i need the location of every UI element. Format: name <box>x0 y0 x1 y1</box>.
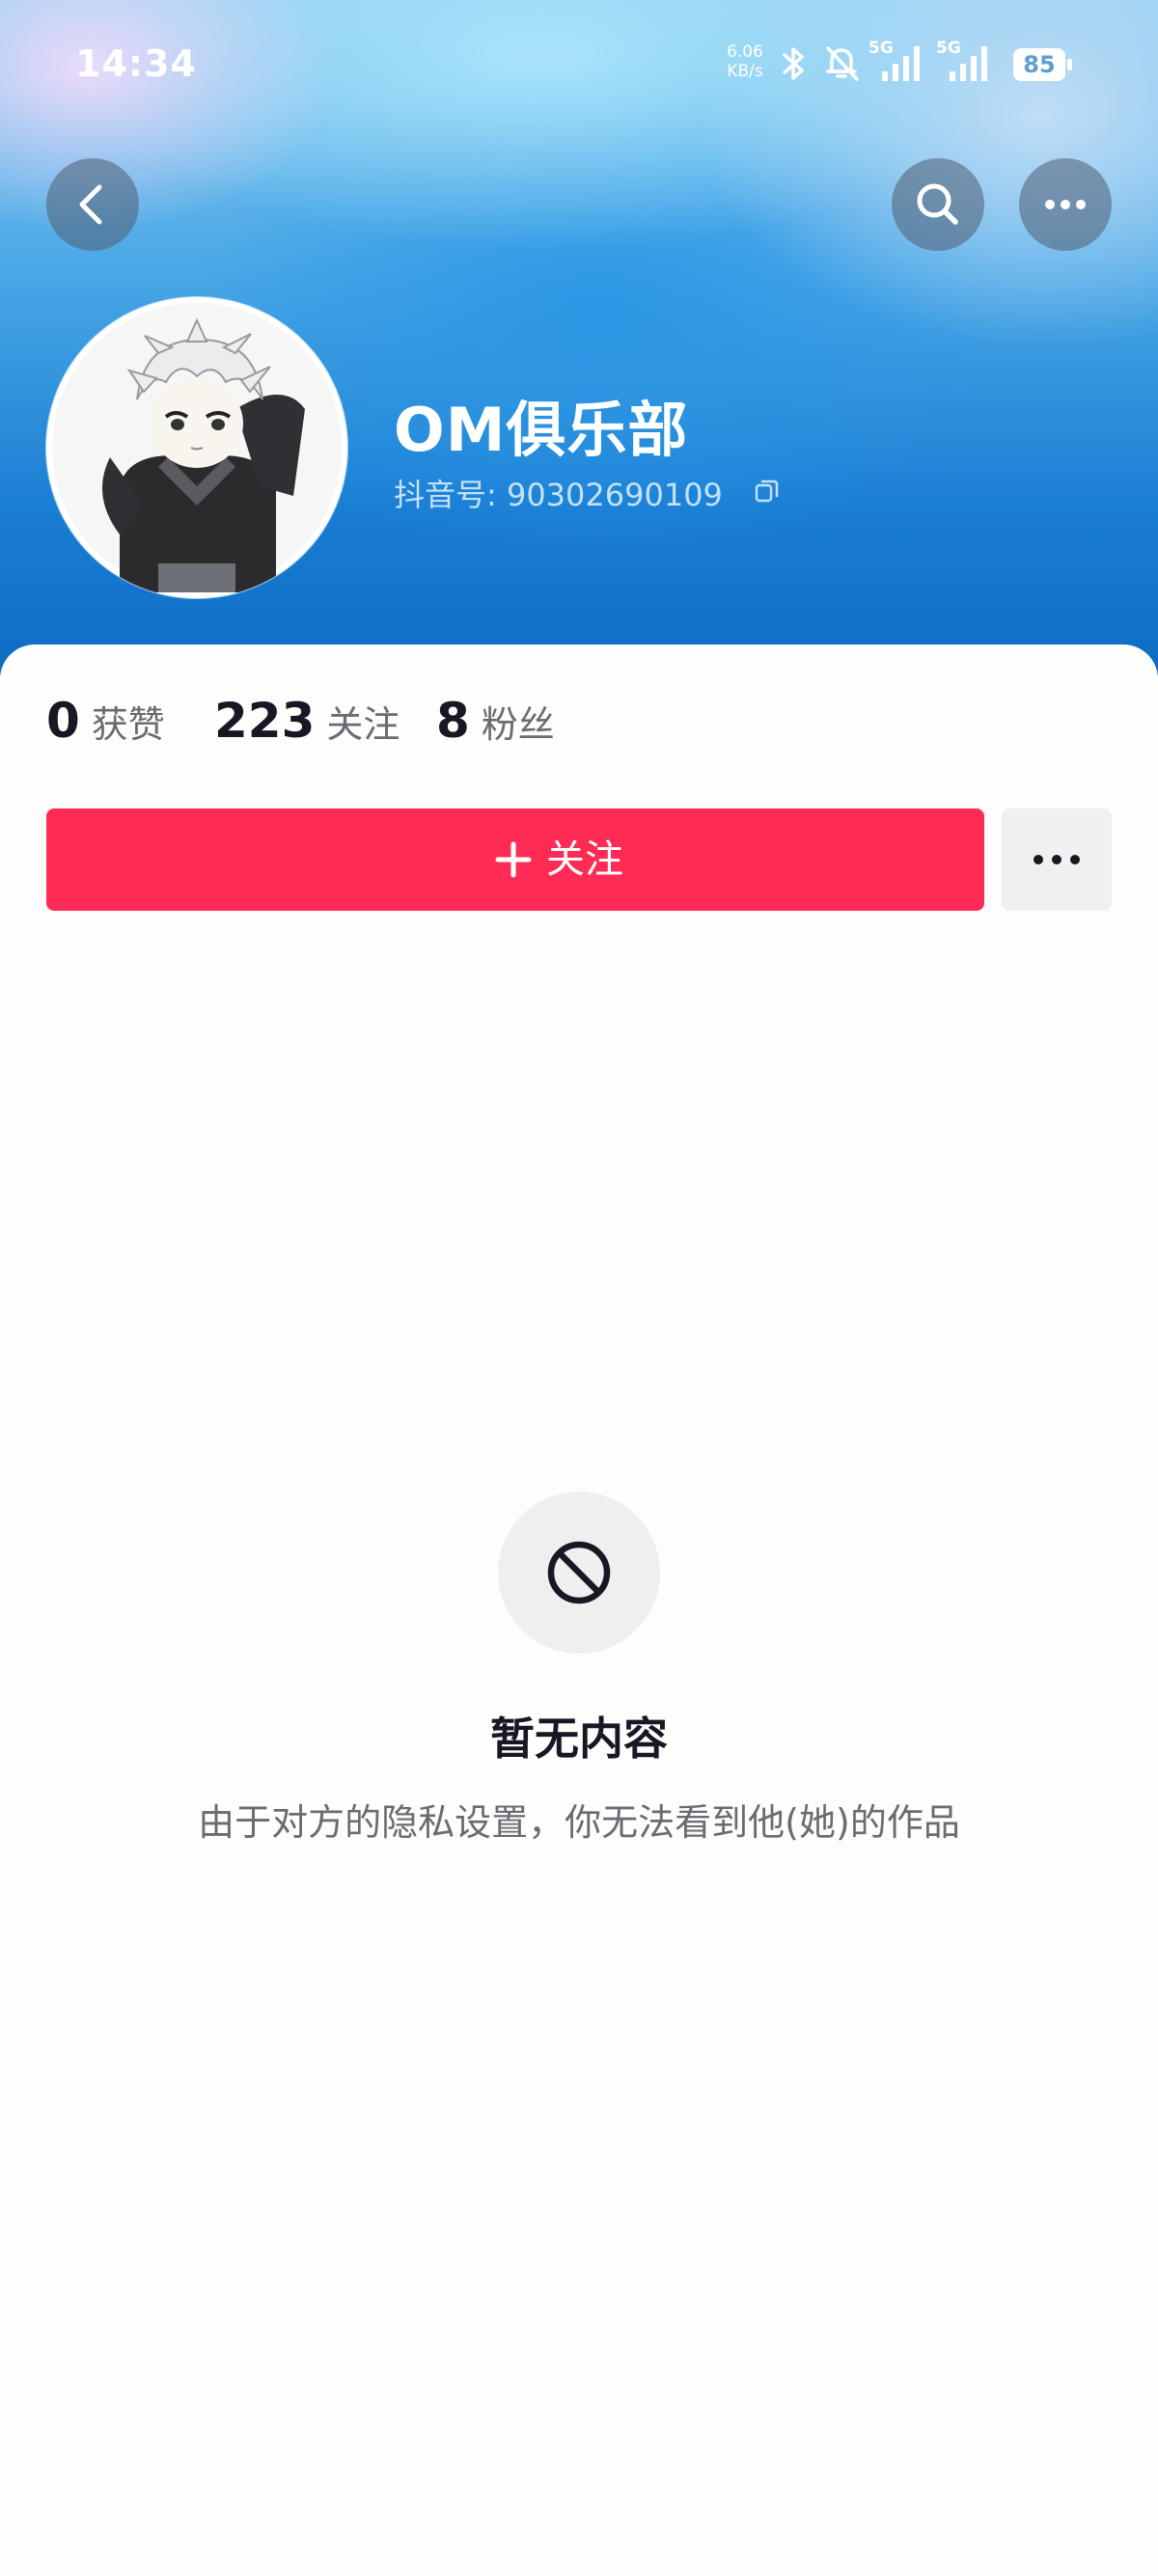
follow-button[interactable]: 关注 <box>46 808 984 911</box>
signal-1-label: 5G <box>868 39 894 58</box>
stat-likes-label: 获赞 <box>91 703 165 746</box>
plus-icon <box>495 841 532 878</box>
network-speed-value: 6.06 <box>727 42 763 62</box>
stat-followers[interactable]: 8 粉丝 <box>436 693 555 749</box>
search-icon <box>917 183 958 225</box>
stat-likes-value: 0 <box>46 693 80 749</box>
stat-followers-value: 8 <box>436 693 470 749</box>
network-speed-unit: KB/s <box>727 62 763 81</box>
prohibited-icon <box>547 1541 611 1604</box>
empty-state-title: 暂无内容 <box>490 1713 668 1765</box>
follow-button-label: 关注 <box>546 837 623 882</box>
signal-icon: 5G <box>868 39 920 81</box>
more-horizontal-icon <box>1034 855 1080 864</box>
network-speed: 6.06 KB/s <box>722 42 768 81</box>
stat-likes[interactable]: 0 获赞 <box>46 693 165 749</box>
empty-state-description: 由于对方的隐私设置，你无法看到他(她)的作品 <box>198 1801 960 1844</box>
profile-nickname: OM俱乐部 <box>394 395 689 465</box>
stat-following-value: 223 <box>214 693 316 749</box>
more-horizontal-icon <box>1045 200 1086 209</box>
avatar[interactable] <box>46 297 347 598</box>
battery-level: 85 <box>1023 51 1056 78</box>
stat-following[interactable]: 223 关注 <box>214 693 400 749</box>
search-button[interactable] <box>892 158 984 251</box>
chevron-left-icon <box>79 184 102 225</box>
bell-muted-icon <box>826 46 859 81</box>
more-actions-button[interactable] <box>1002 808 1112 911</box>
anime-character-avatar <box>52 303 342 592</box>
signal-icon: 5G <box>936 39 987 81</box>
signal-2-label: 5G <box>936 39 961 58</box>
bluetooth-icon <box>783 47 804 80</box>
empty-state-icon-container <box>498 1492 660 1654</box>
more-options-button[interactable] <box>1019 158 1112 251</box>
douyin-id: 抖音号: 90302690109 <box>394 477 723 513</box>
copy-icon[interactable] <box>753 477 782 506</box>
status-bar: 14:34 6.06 KB/s 5G 5G 85 <box>0 0 1158 125</box>
status-time: 14:34 <box>75 42 197 85</box>
back-button[interactable] <box>46 158 139 251</box>
stat-followers-label: 粉丝 <box>481 703 555 746</box>
battery-icon: 85 <box>1013 48 1073 81</box>
stat-following-label: 关注 <box>326 703 400 746</box>
